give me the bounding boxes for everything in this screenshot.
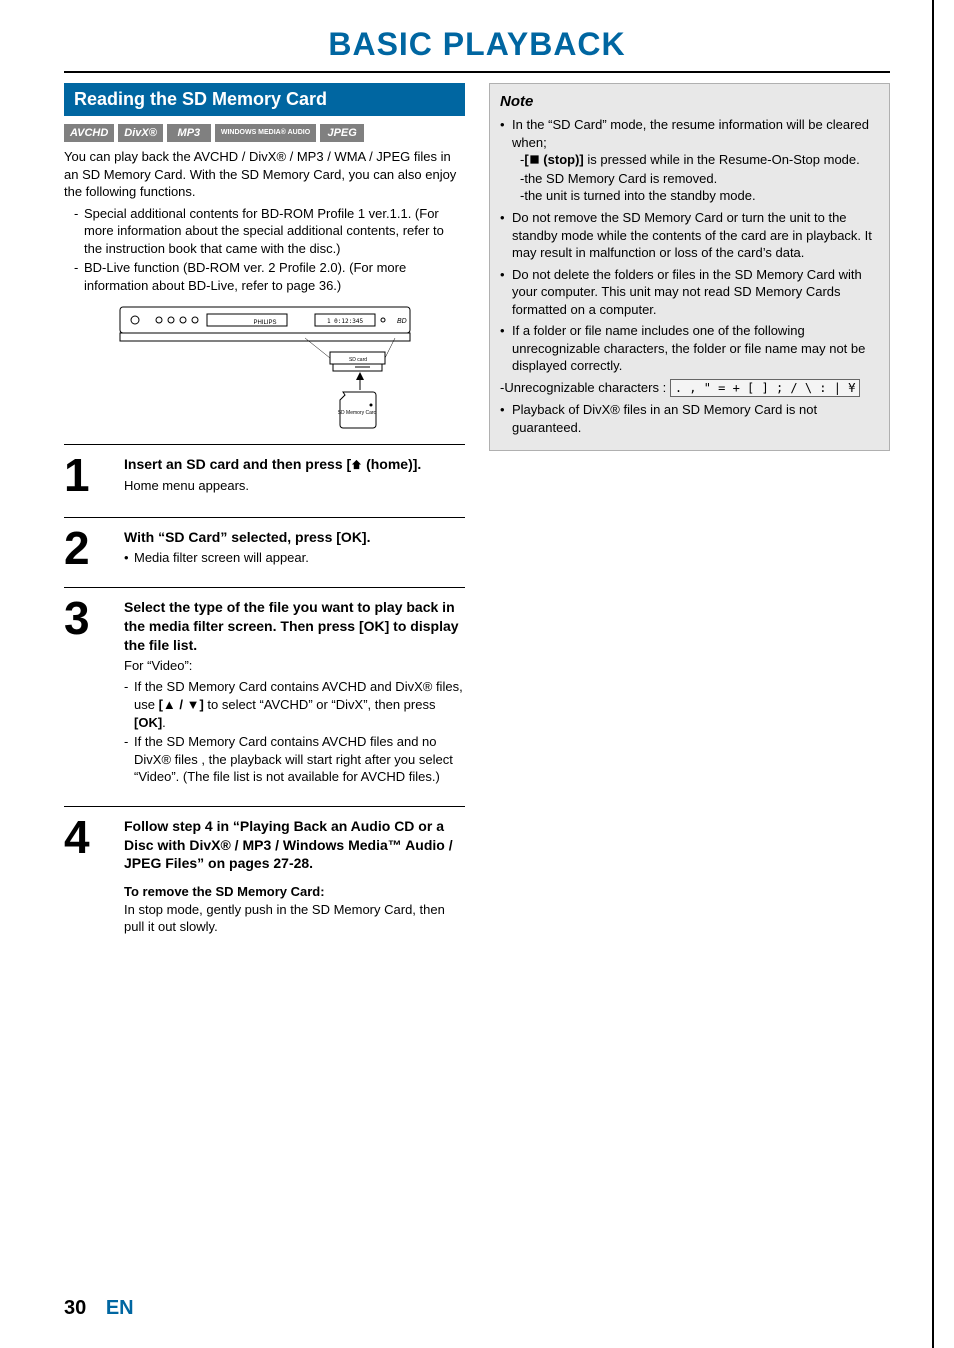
badge-jpeg: JPEG (320, 124, 364, 142)
note-item: If a folder or file name includes one of… (500, 322, 879, 375)
text: the unit is turned into the standby mode… (524, 188, 755, 203)
remove-body: In stop mode, gently push in the SD Memo… (124, 901, 465, 936)
step-head: Insert an SD card and then press [ (home… (124, 455, 465, 475)
page-title: BASIC PLAYBACK (64, 26, 890, 63)
section-heading: Reading the SD Memory Card (64, 83, 465, 116)
title-rule (64, 71, 890, 73)
device-figure: PHILIPS 1 0:12:345 BD SD card (115, 302, 415, 432)
step-sub: Home menu appears. (124, 477, 465, 495)
text: the SD Memory Card is removed. (524, 171, 717, 186)
step-rule (64, 444, 465, 445)
step-rule (64, 587, 465, 588)
page-right-frame (932, 0, 934, 1348)
step-head: Follow step 4 in “Playing Back an Audio … (124, 817, 465, 874)
note-sub-item: -[ (stop)] is pressed while in the Resum… (520, 151, 879, 170)
step-rule (64, 517, 465, 518)
note-sub-item: -the unit is turned into the standby mod… (520, 187, 879, 205)
home-icon (351, 456, 362, 475)
step-number: 3 (64, 598, 110, 788)
step-head: Select the type of the file you want to … (124, 598, 465, 655)
note-sub-item: -the SD Memory Card is removed. (520, 170, 879, 188)
note-title: Note (500, 92, 879, 112)
badge-mp3: MP3 (167, 124, 211, 142)
text: . (162, 715, 166, 730)
svg-text:1 0:12:345: 1 0:12:345 (326, 318, 363, 325)
step-2: 2 With “SD Card” selected, press [OK]. M… (64, 526, 465, 579)
svg-text:SD card: SD card (348, 357, 366, 363)
step-head-text: Insert an SD card and then press (124, 456, 347, 472)
page-lang: EN (106, 1297, 134, 1319)
step-head: With “SD Card” selected, press [OK]. (124, 528, 465, 547)
step-3: 3 Select the type of the file you want t… (64, 596, 465, 798)
svg-text:PHILIPS: PHILIPS (253, 320, 276, 326)
step-bullet: If the SD Memory Card contains AVCHD and… (124, 678, 465, 731)
stop-icon (529, 152, 540, 170)
step-sub: For “Video”: (124, 657, 465, 675)
note-item: In the “SD Card” mode, the resume inform… (500, 116, 879, 205)
key-ref: [▲ / ▼] (159, 697, 204, 712)
page-footer: 30 EN (64, 1297, 134, 1320)
step-number: 2 (64, 528, 110, 569)
note-chars-row: -Unrecognizable characters : . , " = + [… (500, 379, 879, 397)
note-chars-label: -Unrecognizable characters : (500, 380, 670, 395)
badge-avchd: AVCHD (64, 124, 114, 142)
key-ref: [OK] (134, 715, 162, 730)
svg-text:BD: BD (397, 318, 407, 325)
note-item: Playback of DivX® files in an SD Memory … (500, 401, 879, 436)
step-bullet: If the SD Memory Card contains AVCHD fil… (124, 733, 465, 786)
step-4: 4 Follow step 4 in “Playing Back an Audi… (64, 815, 465, 946)
remove-title: To remove the SD Memory Card: (124, 883, 465, 901)
badge-wma: WINDOWS MEDIA® AUDIO (215, 124, 316, 142)
step-1: 1 Insert an SD card and then press [ (ho… (64, 453, 465, 508)
note-item: Do not delete the folders or files in th… (500, 266, 879, 319)
step-bullet: Media filter screen will appear. (124, 549, 465, 567)
text: is pressed while in the Resume-On-Stop m… (584, 152, 860, 167)
intro-para: You can play back the AVCHD / DivX® / MP… (64, 148, 465, 201)
key-ref: (stop)] (540, 152, 584, 167)
intro-item: BD-Live function (BD-ROM ver. 2 Profile … (74, 259, 465, 294)
step-number: 1 (64, 455, 110, 498)
badge-divx: DivX® (118, 124, 163, 142)
note-item: Do not remove the SD Memory Card or turn… (500, 209, 879, 262)
svg-text:SD Memory Card: SD Memory Card (337, 410, 376, 416)
note-box: Note In the “SD Card” mode, the resume i… (489, 83, 890, 451)
intro-list: Special additional contents for BD-ROM P… (64, 205, 465, 295)
step-number: 4 (64, 817, 110, 936)
unrecognizable-chars: . , " = + [ ] ; / \ : | ¥ (670, 379, 861, 397)
step-rule (64, 806, 465, 807)
text: to select “AVCHD” or “DivX”, then press (204, 697, 436, 712)
intro-item: Special additional contents for BD-ROM P… (74, 205, 465, 258)
note-text: In the “SD Card” mode, the resume inform… (512, 117, 869, 150)
format-badges: AVCHD DivX® MP3 WINDOWS MEDIA® AUDIO JPE… (64, 124, 465, 142)
step-head-rest: (home)]. (362, 456, 421, 472)
page-number: 30 (64, 1297, 86, 1319)
